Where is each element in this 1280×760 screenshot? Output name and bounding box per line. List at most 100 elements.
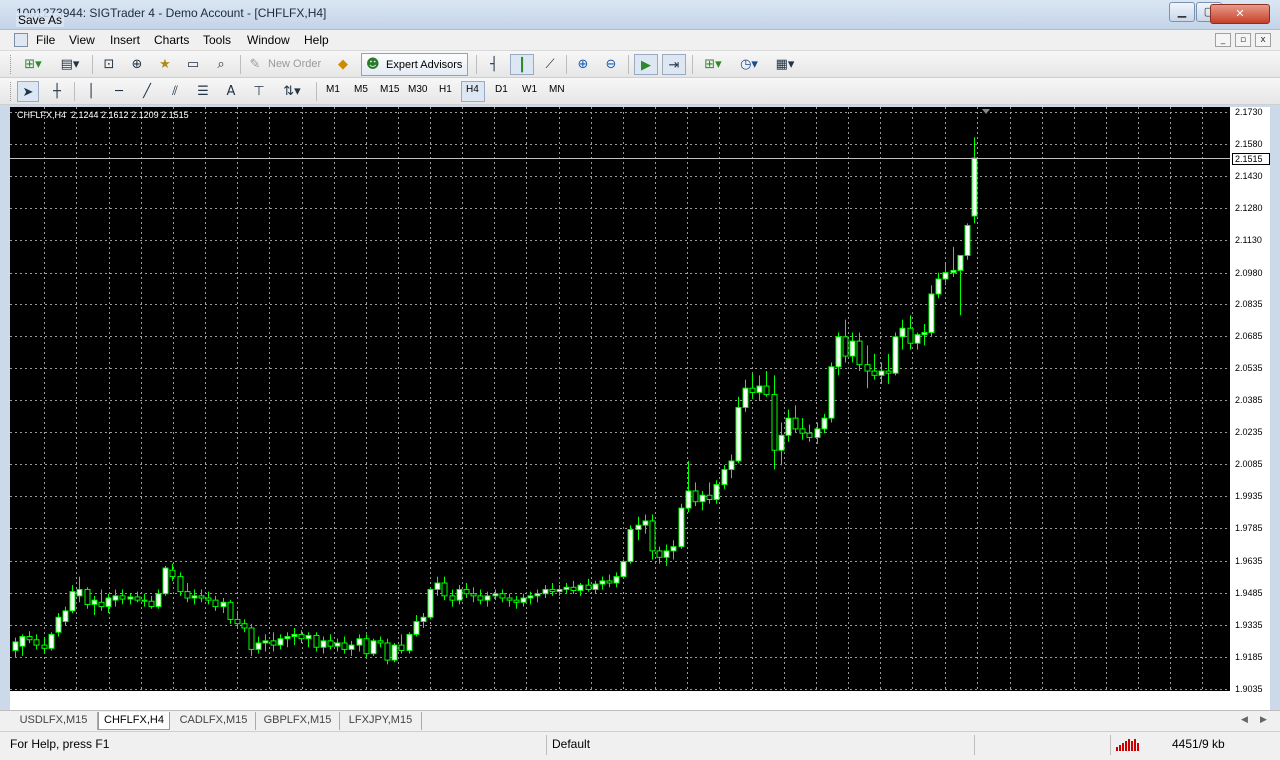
indicators-button[interactable]: ⊞▾ — [698, 54, 728, 75]
timeframe-m30[interactable]: M30 — [408, 84, 427, 95]
tab-cadlfx[interactable]: CADLFX,M15 — [172, 712, 256, 730]
toolbar-grip[interactable] — [10, 55, 13, 74]
candle-bear — [169, 569, 176, 578]
toolbar-separator — [628, 55, 629, 74]
tab-usdlfx[interactable]: USDLFX,M15 — [10, 712, 98, 730]
arrows-button[interactable]: ⇅▾ — [276, 81, 308, 102]
strategy-tester-button[interactable]: ⌕ — [210, 54, 232, 75]
terminal-button[interactable]: ▭ — [182, 54, 204, 75]
navigator-button[interactable]: ★ — [154, 54, 176, 75]
chart-shift-button[interactable]: ⇥ — [662, 54, 686, 75]
arrows-icon: ⇅▾ — [283, 84, 301, 99]
menu-window[interactable]: Window — [247, 33, 290, 47]
text-label-button[interactable]: ⊤ — [248, 81, 270, 102]
toolbar-grip[interactable] — [10, 82, 13, 101]
expert-advisors-label: Expert Advisors — [386, 59, 463, 71]
candle-bull — [91, 599, 98, 605]
market-watch-button[interactable]: ⊡ — [98, 54, 120, 75]
equidistant-channel-button[interactable]: ⫽ — [164, 81, 186, 102]
zoom-out-button[interactable]: ⊖ — [600, 54, 622, 75]
menu-help[interactable]: Help — [304, 33, 329, 47]
close-button[interactable]: ✕ — [1210, 4, 1270, 24]
price-axis-label: 2.1130 — [1235, 234, 1262, 245]
candle-bull — [957, 254, 964, 271]
new-order-button[interactable]: New Order — [268, 58, 321, 70]
time-axis-label: 28 Jul 16:00 — [591, 695, 641, 705]
child-restore-button[interactable]: ▫ — [1235, 33, 1251, 47]
timeframe-m1[interactable]: M1 — [326, 84, 340, 95]
timeframe-m15[interactable]: M15 — [380, 84, 399, 95]
cursor-button[interactable]: ➤ — [17, 81, 39, 102]
candle-bear — [398, 644, 405, 651]
alert-button[interactable]: ◆ — [333, 54, 353, 75]
minimize-button[interactable]: ▁ — [1169, 2, 1195, 22]
trendline-button[interactable]: ╱ — [136, 81, 158, 102]
candle-bull — [828, 366, 835, 419]
timeframe-m5[interactable]: M5 — [354, 84, 368, 95]
zoom-in-button[interactable]: ⊕ — [572, 54, 594, 75]
indicators-icon: ⊞▾ — [704, 57, 722, 72]
candle-bear — [134, 596, 141, 601]
bar-chart-button[interactable]: ┤ — [483, 54, 505, 75]
candle-bull — [921, 332, 928, 336]
text-button[interactable]: A — [220, 81, 242, 102]
vertical-line-button[interactable]: │ — [80, 81, 102, 102]
chart-window[interactable]: CHFLFX,H4 2.1244 2.1612 2.1209 2.1515 2.… — [10, 107, 1270, 710]
candle-bear — [234, 618, 241, 625]
candle-bull — [728, 460, 735, 471]
toolbar-separator — [316, 82, 317, 101]
candle-bear — [177, 576, 184, 593]
menu-view[interactable]: View — [69, 33, 95, 47]
menu-file[interactable]: File — [36, 33, 55, 47]
candle-bull — [599, 580, 606, 585]
candle-bull — [742, 387, 749, 408]
candle-bear — [549, 588, 556, 593]
candlestick-button[interactable]: ┃ — [510, 54, 534, 75]
candle-bull — [721, 469, 728, 486]
tab-gbplfx[interactable]: GBPLFX,M15 — [256, 712, 340, 730]
status-divider — [974, 735, 975, 755]
profiles-button[interactable]: ▤▾ — [54, 54, 86, 75]
fibonacci-icon: ☰ — [197, 84, 209, 99]
timeframe-w1[interactable]: W1 — [522, 84, 537, 95]
fibonacci-button[interactable]: ☰ — [192, 81, 214, 102]
horizontal-line-button[interactable]: ─ — [108, 81, 130, 102]
terminal-icon: ▭ — [186, 57, 200, 72]
new-order-icon-wrap: ✎ — [246, 54, 264, 75]
timeframe-h1[interactable]: H1 — [439, 84, 452, 95]
candle-bull — [542, 588, 549, 595]
child-close-button[interactable]: x — [1255, 33, 1271, 47]
candle-bear — [763, 385, 770, 396]
title-bar[interactable]: 1001273944: SIGTrader 4 - Demo Account -… — [0, 0, 1280, 30]
document-icon[interactable] — [14, 33, 28, 47]
menu-tools[interactable]: Tools — [203, 33, 231, 47]
tab-chflfx[interactable]: CHFLFX,H4 — [98, 712, 170, 730]
chart-info-label: CHFLFX,H4 2.1244 2.1612 2.1209 2.1515 — [17, 110, 189, 120]
line-chart-button[interactable]: ⟋ — [539, 54, 561, 75]
crosshair-button[interactable]: ┼ — [46, 81, 68, 102]
tab-scroll-left-icon[interactable]: ◀ — [1241, 715, 1248, 725]
data-window-button[interactable]: ⊕ — [126, 54, 148, 75]
candle-bear — [792, 417, 799, 430]
menu-insert[interactable]: Insert — [110, 33, 140, 47]
candle-bull — [356, 638, 363, 646]
candle-bull — [950, 269, 957, 274]
tab-lfxjpy[interactable]: LFXJPY,M15 — [340, 712, 422, 730]
price-axis-label: 2.0535 — [1235, 362, 1263, 373]
templates-button[interactable]: ▦▾ — [770, 54, 800, 75]
new-chart-button[interactable]: ⊞▾ — [18, 54, 48, 75]
periods-button[interactable]: ◷▾ — [734, 54, 764, 75]
timeframe-mn[interactable]: MN — [549, 84, 565, 95]
auto-scroll-button[interactable]: ▶ — [634, 54, 658, 75]
expert-advisors-button[interactable]: ☻ Expert Advisors — [361, 53, 468, 76]
candle-bear — [84, 588, 91, 605]
timeframe-h4[interactable]: H4 — [466, 84, 479, 95]
tab-scroll-right-icon[interactable]: ▶ — [1260, 715, 1267, 725]
child-minimize-button[interactable]: _ — [1215, 33, 1231, 47]
candlestick-chart[interactable] — [10, 107, 1270, 710]
timeframe-d1[interactable]: D1 — [495, 84, 508, 95]
time-axis-label: 9 Aug 16:00 — [977, 695, 1026, 705]
price-axis-label: 1.9485 — [1235, 587, 1263, 598]
menu-charts[interactable]: Charts — [154, 33, 189, 47]
candle-bull — [155, 593, 162, 608]
